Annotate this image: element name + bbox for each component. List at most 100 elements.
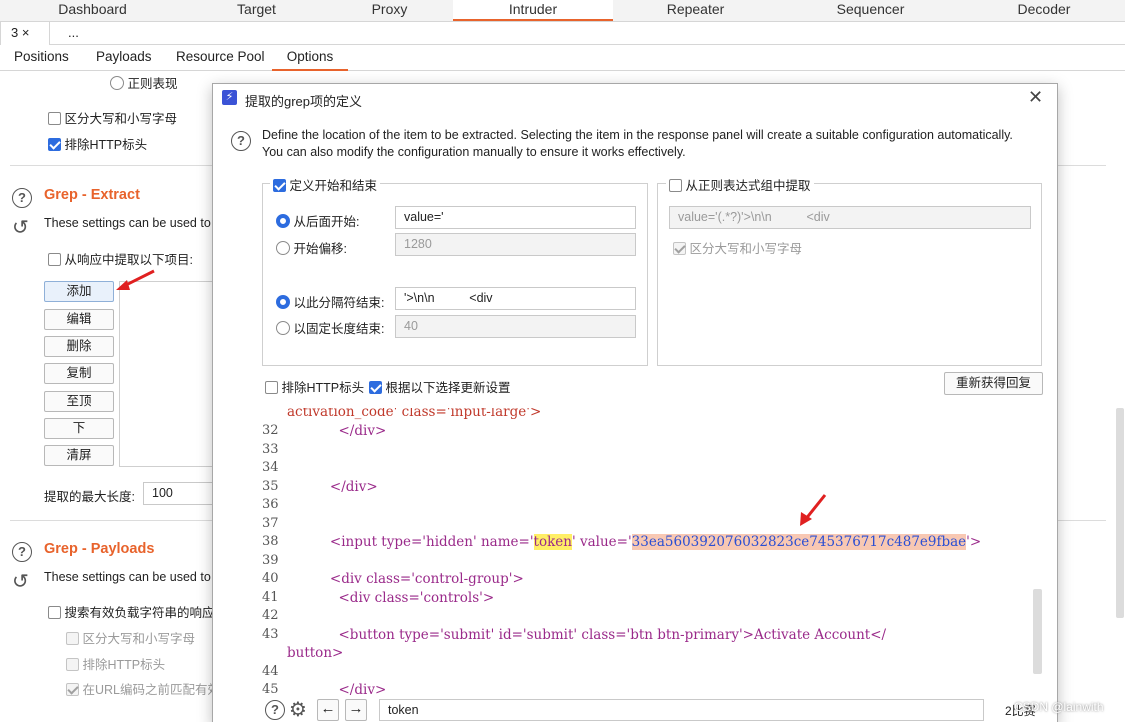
grep-payloads-title: Grep - Payloads	[44, 541, 155, 557]
grep-extract-dialog: ⚡ 提取的grep项的定义 ✕ ? Define the location of…	[212, 83, 1058, 722]
dialog-desc-1: Define the location of the item to be ex…	[262, 128, 1013, 142]
tab-resource-pool[interactable]: Resource Pool	[176, 45, 265, 71]
line-number: 32	[262, 423, 279, 438]
gp-url-checkbox[interactable]: 在URL编码之前匹配有效	[66, 679, 220, 698]
tab-positions[interactable]: Positions	[14, 45, 69, 71]
line-number: 44	[262, 664, 279, 679]
extract-items-list[interactable]	[119, 281, 214, 467]
attack-tab-bar: 3 × ...	[0, 22, 1125, 45]
delete-button[interactable]: 删除	[44, 336, 114, 357]
grep-payloads-desc: These settings can be used to	[44, 570, 211, 584]
regex-radio[interactable]: 正则表现	[110, 73, 178, 92]
line-number: 33	[262, 442, 279, 457]
token-value-highlight: 33ea560392076032823ce745376717c487e9fbae	[631, 534, 967, 550]
case-sensitive-label: 区分大写和小写字母	[64, 112, 177, 126]
start-offset-radio[interactable]: 开始偏移:	[276, 238, 347, 257]
code-line: activation_code' class='input-large'>	[287, 408, 542, 420]
tab-new-attack[interactable]: ...	[58, 22, 98, 45]
tab-dashboard[interactable]: Dashboard	[0, 0, 185, 21]
regex-radio-label: 正则表现	[127, 77, 178, 91]
tab-target[interactable]: Target	[185, 0, 328, 21]
start-offset-label: 开始偏移:	[293, 242, 347, 256]
edit-button[interactable]: 编辑	[44, 309, 114, 330]
grep-extract-desc: These settings can be used to	[44, 216, 211, 230]
tab-options[interactable]: Options	[272, 45, 348, 71]
move-down-button[interactable]: 下	[44, 418, 114, 439]
gp-case-checkbox[interactable]: 区分大写和小写字母	[66, 628, 195, 647]
tab-repeater[interactable]: Repeater	[613, 0, 778, 21]
regex-legend[interactable]: 从正则表达式组中提取	[666, 175, 814, 194]
help-icon[interactable]: ?	[12, 542, 32, 562]
previous-match-button[interactable]: ←	[317, 699, 339, 721]
extract-items-checkbox[interactable]: 从响应中提取以下项目:	[48, 249, 193, 268]
reset-icon[interactable]: ↺	[12, 572, 29, 592]
exclude-http-checkbox[interactable]: 排除HTTP标头	[265, 377, 364, 396]
code-line: <div class='controls'>	[287, 590, 495, 606]
line-number: 37	[262, 516, 279, 531]
code-line: button>	[287, 645, 344, 661]
copy-button[interactable]: 复制	[44, 363, 114, 384]
dialog-title: 提取的grep项的定义	[245, 94, 363, 109]
main-tab-bar: Dashboard Target Proxy Intruder Repeater…	[0, 0, 1125, 22]
tab-attack-3[interactable]: 3 ×	[0, 22, 50, 45]
start-offset-input[interactable]: 1280	[395, 233, 636, 256]
end-fixed-input[interactable]: 40	[395, 315, 636, 338]
exclude-http-label: 排除HTTP标头	[281, 381, 365, 395]
extract-items-label: 从响应中提取以下项目:	[64, 253, 193, 267]
help-icon[interactable]: ?	[231, 131, 251, 151]
scrollbar[interactable]	[1116, 408, 1124, 618]
add-button[interactable]: 添加	[44, 281, 114, 302]
grep-extract-title: Grep - Extract	[44, 187, 140, 203]
annotation-arrow	[116, 269, 155, 290]
regex-legend-label: 从正则表达式组中提取	[685, 179, 811, 193]
start-end-legend[interactable]: 定义开始和结束	[270, 175, 380, 194]
tab-decoder[interactable]: Decoder	[963, 0, 1125, 21]
gp-case-label: 区分大写和小写字母	[82, 632, 195, 646]
search-payload-checkbox[interactable]: 搜索有效负载字符串的响应	[48, 602, 215, 621]
line-number: 35	[262, 479, 279, 494]
tab-proxy[interactable]: Proxy	[328, 0, 451, 21]
code-line: </div>	[287, 682, 387, 696]
case-sensitive-checkbox[interactable]: 区分大写和小写字母	[48, 108, 177, 127]
help-icon[interactable]: ?	[265, 700, 285, 720]
max-length-input[interactable]: 100	[143, 482, 213, 505]
regex-case-label: 区分大写和小写字母	[689, 242, 802, 256]
line-number: 36	[262, 497, 279, 512]
settings-gear-icon[interactable]: ⚙	[289, 697, 307, 722]
radio-control[interactable]	[110, 76, 124, 90]
line-number: 40	[262, 571, 279, 586]
update-config-label: 根据以下选择更新设置	[385, 381, 511, 395]
end-delimiter-radio[interactable]: 以此分隔符结束:	[276, 292, 384, 311]
clear-button[interactable]: 清屏	[44, 445, 114, 466]
tab-intruder[interactable]: Intruder	[453, 0, 613, 21]
help-icon[interactable]: ?	[12, 188, 32, 208]
exclude-http-label: 排除HTTP标头	[64, 138, 148, 152]
search-input[interactable]: token	[379, 699, 984, 721]
next-match-button[interactable]: →	[345, 699, 367, 721]
start-end-legend-label: 定义开始和结束	[289, 179, 377, 193]
regex-case-checkbox[interactable]: 区分大写和小写字母	[673, 238, 802, 257]
gp-exclude-checkbox[interactable]: 排除HTTP标头	[66, 654, 165, 673]
move-top-button[interactable]: 至顶	[44, 391, 114, 412]
regex-input[interactable]: value='(.*?)'>\n\n <div	[669, 206, 1031, 229]
token-highlight: token	[533, 534, 572, 550]
update-config-checkbox[interactable]: 根据以下选择更新设置	[369, 377, 511, 396]
response-panel[interactable]: activation_code' class='input-large'> 32…	[262, 408, 1042, 696]
close-icon[interactable]: ✕	[1028, 87, 1043, 108]
annotation-arrow	[800, 494, 827, 526]
watermark: CSDN @lainwith	[1014, 700, 1104, 714]
end-delimiter-input[interactable]: '>\n\n <div	[395, 287, 636, 310]
line-number: 42	[262, 608, 279, 623]
response-scrollbar[interactable]	[1033, 589, 1042, 674]
refetch-response-button[interactable]: 重新获得回复	[944, 372, 1043, 395]
tab-payloads[interactable]: Payloads	[96, 45, 152, 71]
start-after-radio[interactable]: 从后面开始:	[276, 211, 359, 230]
gp-exclude-label: 排除HTTP标头	[82, 658, 166, 672]
start-after-input[interactable]: value='	[395, 206, 636, 229]
end-fixed-radio[interactable]: 以固定长度结束:	[276, 318, 384, 337]
code-line: </div>	[287, 423, 387, 439]
exclude-http-checkbox[interactable]: 排除HTTP标头	[48, 134, 147, 153]
dialog-titlebar: ⚡ 提取的grep项的定义 ✕	[213, 84, 1057, 114]
tab-sequencer[interactable]: Sequencer	[778, 0, 963, 21]
reset-icon[interactable]: ↺	[12, 218, 29, 238]
